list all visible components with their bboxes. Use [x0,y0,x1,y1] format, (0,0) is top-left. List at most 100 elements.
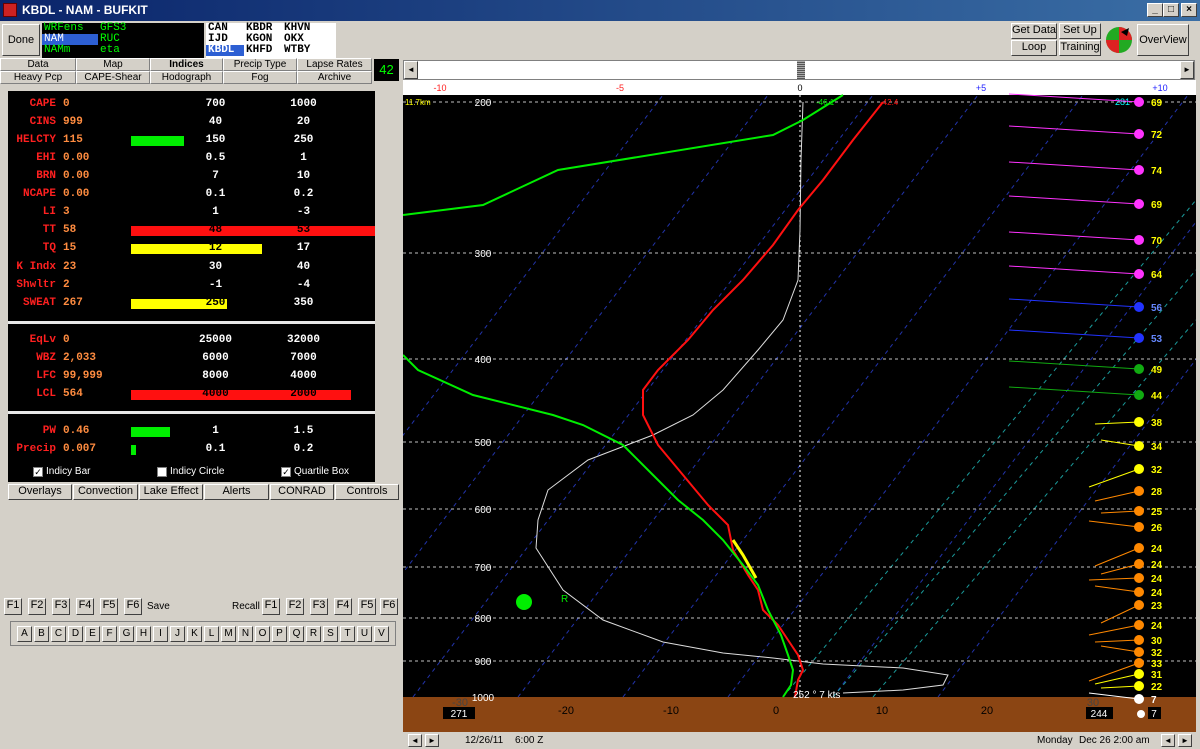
display-options: ✓ Indicy Bar Indicy Circle ✓ Quartile Box [8,466,375,480]
conrad-button[interactable]: CONRAD [270,484,334,500]
wind-speed-label: 49 [1151,365,1163,376]
tab-cape-shear[interactable]: CAPE-Shear [76,71,150,84]
status-date: 12/26/11 [465,735,504,746]
index-value: 3 [63,206,70,218]
letter-s-key[interactable]: S [323,626,338,642]
minimize-button[interactable]: _ [1147,3,1163,17]
letter-q-key[interactable]: Q [289,626,304,642]
model-item[interactable]: eta [98,45,154,56]
letter-d-key[interactable]: D [68,626,83,642]
next-time-icon[interactable]: ► [425,734,439,747]
indicy-circle-checkbox[interactable]: Indicy Circle [157,466,224,477]
recall-f5-key[interactable]: F5 [358,598,376,615]
index-name: EHI [36,152,56,164]
letter-g-key[interactable]: G [119,626,134,642]
tab-map[interactable]: Map [76,58,150,71]
prev-time-icon[interactable]: ◄ [408,734,422,747]
scroll-thumb[interactable] [797,61,805,79]
skewt-sounding[interactable]: -10 -5 0 +5 +10 200 300 400 500 600 700 … [403,80,1196,732]
index-name: Shwltr [16,279,56,291]
wind-level-dot [1134,620,1144,630]
letter-j-key[interactable]: J [170,626,185,642]
station-item[interactable]: KHFD [244,45,282,56]
get-data-button[interactable]: Get Data [1011,23,1057,39]
close-button[interactable]: × [1181,3,1197,17]
wind-level-dot [1134,506,1144,516]
wind-level-dot [1134,165,1144,175]
indicy-bar-checkbox[interactable]: ✓ Indicy Bar [33,466,90,477]
tab-hodograph[interactable]: Hodograph [150,71,223,84]
tab-precip-type[interactable]: Precip Type [223,58,297,71]
convection-button[interactable]: Convection [73,484,138,500]
recall-f1-key[interactable]: F1 [262,598,280,615]
letter-n-key[interactable]: N [238,626,253,642]
letter-i-key[interactable]: I [153,626,168,642]
status-day: Monday [1037,735,1073,746]
letter-e-key[interactable]: E [85,626,100,642]
vertical-scrollbar[interactable] [1196,80,1200,732]
tab-lapse-rates[interactable]: Lapse Rates [297,58,372,71]
rain-indicator-icon [516,594,532,610]
checkbox-box[interactable] [157,466,167,477]
letter-t-key[interactable]: T [340,626,355,642]
save-f6-key[interactable]: F6 [124,598,142,615]
overview-button[interactable]: OverView [1137,24,1189,56]
recall-f4-key[interactable]: F4 [334,598,352,615]
checkbox-box[interactable]: ✓ [281,466,291,477]
set-up-button[interactable]: Set Up [1059,23,1101,39]
time-scrollbar[interactable]: ◄ ► [403,60,1195,80]
recall-f6-key[interactable]: F6 [380,598,398,615]
wind-level-dot [1134,573,1144,583]
tab-indices[interactable]: Indices [150,58,223,71]
letter-o-key[interactable]: O [255,626,270,642]
alerts-button[interactable]: Alerts [204,484,269,500]
station-item-selected[interactable]: KBDL [206,45,244,56]
recall-f2-key[interactable]: F2 [286,598,304,615]
maximize-button[interactable]: □ [1163,3,1179,17]
scroll-right-icon[interactable]: ► [1180,61,1194,79]
save-f2-key[interactable]: F2 [28,598,46,615]
letter-v-key[interactable]: V [374,626,389,642]
top-scale-label: +5 [976,83,986,93]
quartile-box-checkbox[interactable]: ✓ Quartile Box [281,466,349,477]
checkbox-label: Quartile Box [294,466,350,477]
controls-button[interactable]: Controls [335,484,399,500]
save-f3-key[interactable]: F3 [52,598,70,615]
index-value: 23 [63,261,77,273]
status-next-icon[interactable]: ► [1178,734,1192,747]
letter-k-key[interactable]: K [187,626,202,642]
loop-button[interactable]: Loop [1011,40,1057,56]
letter-l-key[interactable]: L [204,626,219,642]
tab-archive[interactable]: Archive [297,71,372,84]
checkbox-box[interactable]: ✓ [33,466,43,477]
index-row-tq: TQ 15 12 17 [8,242,375,256]
index-threshold-2: 0.2 [293,188,314,200]
letter-a-key[interactable]: A [17,626,32,642]
letter-f-key[interactable]: F [102,626,117,642]
training-button[interactable]: Training [1059,40,1101,56]
letter-m-key[interactable]: M [221,626,236,642]
letter-b-key[interactable]: B [34,626,49,642]
station-item[interactable]: WTBY [282,45,320,56]
lake-effect-button[interactable]: Lake Effect [139,484,203,500]
letter-h-key[interactable]: H [136,626,151,642]
save-f5-key[interactable]: F5 [100,598,118,615]
letter-c-key[interactable]: C [51,626,66,642]
letter-u-key[interactable]: U [357,626,372,642]
status-prev-icon[interactable]: ◄ [1161,734,1175,747]
scroll-left-icon[interactable]: ◄ [404,61,418,79]
bottom-right-box-label: 244 [1091,709,1108,720]
tab-heavy-pcp[interactable]: Heavy Pcp [0,71,76,84]
save-f4-key[interactable]: F4 [76,598,94,615]
letter-p-key[interactable]: P [272,626,287,642]
tab-data[interactable]: Data [0,58,76,71]
wind-level-dot [1134,417,1144,427]
wind-level-dot [1134,333,1144,343]
tab-fog[interactable]: Fog [223,71,297,84]
model-item[interactable]: NAMm [42,45,98,56]
recall-f3-key[interactable]: F3 [310,598,328,615]
letter-r-key[interactable]: R [306,626,321,642]
save-f1-key[interactable]: F1 [4,598,22,615]
done-button[interactable]: Done [2,24,40,56]
overlays-button[interactable]: Overlays [8,484,72,500]
